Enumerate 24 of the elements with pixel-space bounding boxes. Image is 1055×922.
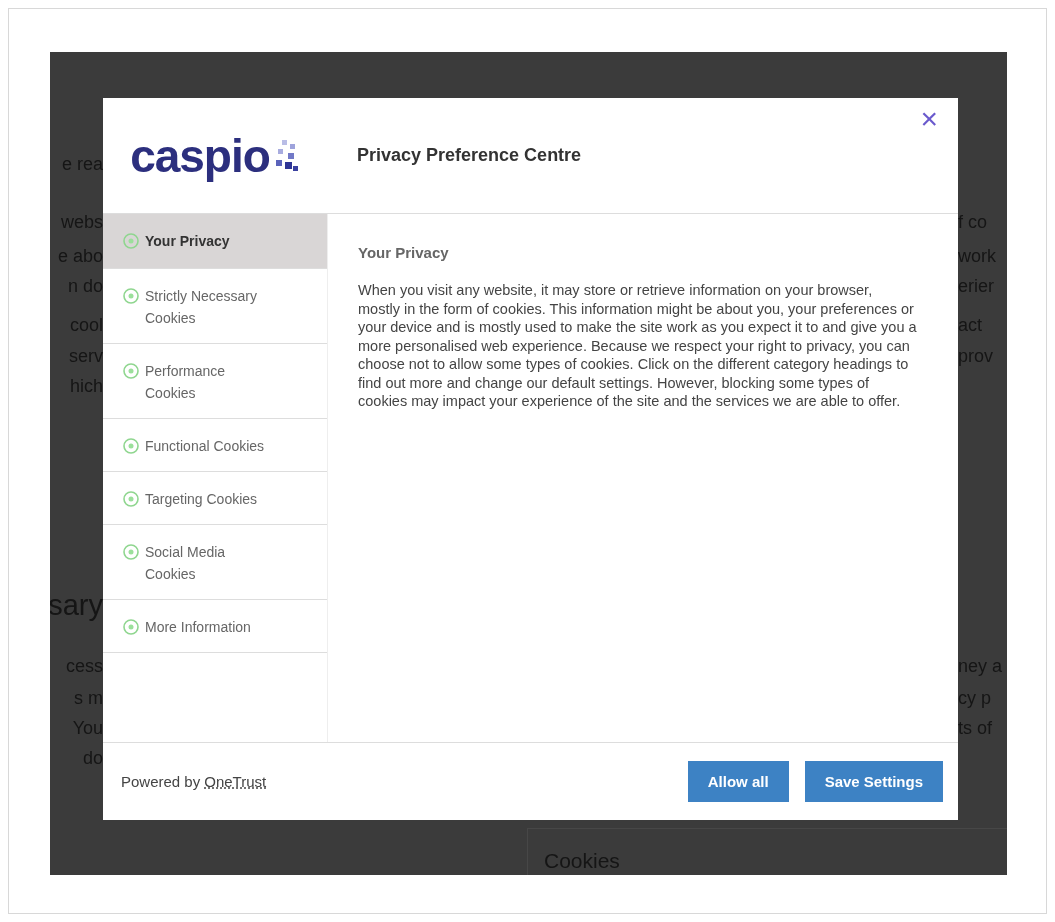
- menu-item[interactable]: Performance Cookies: [103, 344, 327, 419]
- action-button[interactable]: Save Settings: [804, 761, 943, 802]
- menu-item[interactable]: Functional Cookies: [103, 419, 327, 472]
- description-text: When you visit any website, it may store or retrieve information on your browser, mostly in the form of cookies. This information might be about you, your preferences or your device and is mostly used to make the site work as you expect it to and give you a more personalised web experience. Because we respect your right to privacy, you can choose not to allow some types of cookies. Click on the different category headings to find out more and change our default settings. However, blocking some types of cookies may impact your experience of the site and the services we are able to offer.: [358, 281, 918, 411]
- circle-icon: [123, 438, 139, 454]
- powered-by-text: Powered by: [121, 773, 201, 790]
- logo-text: caspio: [130, 128, 270, 183]
- section-heading: Your Privacy: [358, 244, 450, 261]
- close-button[interactable]: ×: [916, 104, 942, 134]
- menu-item[interactable]: Your Privacy: [103, 214, 327, 269]
- menu-item[interactable]: Social Media Cookies: [103, 525, 327, 600]
- onetrust-link[interactable]: OneTrust: [204, 773, 267, 790]
- dialog-title: Privacy Preference Centre: [356, 145, 582, 166]
- circle-icon: [123, 619, 139, 635]
- squares-icon: [273, 137, 300, 174]
- menu-item[interactable]: Targeting Cookies: [103, 472, 327, 525]
- circle-icon: [123, 363, 139, 379]
- circle-icon: [123, 491, 139, 507]
- menu-item[interactable]: Strictly Necessary Cookies: [103, 269, 327, 344]
- circle-icon: [123, 288, 139, 304]
- circle-icon: [123, 233, 139, 249]
- menu-item[interactable]: More Information: [103, 600, 327, 653]
- circle-icon: [123, 544, 139, 560]
- action-button[interactable]: Allow all: [687, 761, 789, 802]
